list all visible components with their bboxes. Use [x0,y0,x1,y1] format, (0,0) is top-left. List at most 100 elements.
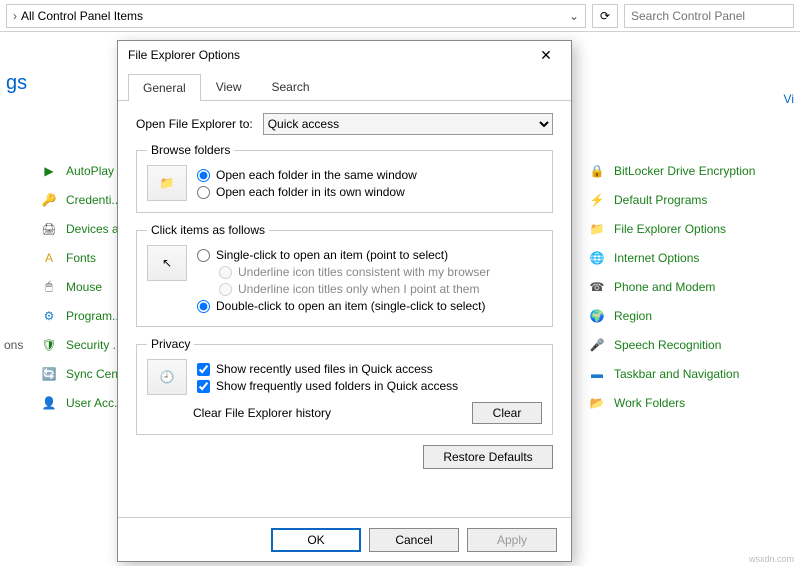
cp-item-link[interactable]: Program... [66,309,122,323]
cp-item-link[interactable]: Region [614,309,652,323]
cp-item-link[interactable]: File Explorer Options [614,222,726,236]
cp-item[interactable]: 🛡 Security ... [40,330,129,359]
cp-item-link[interactable]: BitLocker Drive Encryption [614,164,755,178]
radio-underline-browser: Underline icon titles consistent with my… [219,265,542,279]
click-items-group: Click items as follows ↖ Single-click to… [136,223,553,327]
cp-item-icon: 🔄 [40,365,58,383]
partial-text: gs [6,72,27,95]
cp-item-icon: 🖨 [40,220,58,238]
restore-defaults-button[interactable]: Restore Defaults [423,445,553,469]
cp-item[interactable]: 🔒 BitLocker Drive Encryption [588,156,755,185]
cp-item-icon: ☎ [588,278,606,296]
cp-item-link[interactable]: Mouse [66,280,102,294]
cp-item[interactable]: 📁 File Explorer Options [588,214,755,243]
tab-general[interactable]: General [128,74,201,101]
cp-item-link[interactable]: AutoPlay [66,164,114,178]
file-explorer-options-dialog: File Explorer Options ✕ General View Sea… [117,40,572,562]
radio-underline-browser-input [219,266,232,279]
cp-item-icon: 🛡 [40,336,58,354]
cp-item-link[interactable]: User Acc... [66,396,124,410]
cp-item[interactable]: A Fonts [40,243,129,272]
checkbox-frequent-folders-input[interactable] [197,380,210,393]
cp-item[interactable]: 🌍 Region [588,301,755,330]
cp-item-icon: 📂 [588,394,606,412]
tab-view[interactable]: View [201,73,257,100]
privacy-legend: Privacy [147,337,194,351]
cp-item-icon: 🎤 [588,336,606,354]
cp-item-link[interactable]: Internet Options [614,251,699,265]
cp-item-link[interactable]: Taskbar and Navigation [614,367,739,381]
tab-strip: General View Search [118,73,571,101]
radio-same-window-input[interactable] [197,169,210,182]
clock-folder-icon: 🕘 [147,359,187,395]
browse-folders-group: Browse folders 📁 Open each folder in the… [136,143,553,213]
cp-item[interactable]: ▶ AutoPlay [40,156,129,185]
cp-item[interactable]: 🎤 Speech Recognition [588,330,755,359]
open-explorer-select[interactable]: Quick access [263,113,553,135]
cp-item-icon: ▶ [40,162,58,180]
cp-item-icon: 🔒 [588,162,606,180]
radio-single-click-input[interactable] [197,249,210,262]
radio-single-click[interactable]: Single-click to open an item (point to s… [197,248,542,262]
clear-button[interactable]: Clear [472,402,542,424]
cp-item[interactable]: ⚙Program... [40,301,129,330]
cursor-icon: ↖ [147,245,187,281]
ok-button[interactable]: OK [271,528,361,552]
privacy-group: Privacy 🕘 Show recently used files in Qu… [136,337,553,435]
radio-own-window-input[interactable] [197,186,210,199]
tab-search[interactable]: Search [257,73,325,100]
cp-item-link[interactable]: Credenti... [66,193,121,207]
checkbox-recent-files-input[interactable] [197,363,210,376]
clear-history-label: Clear File Explorer history [193,406,331,420]
cp-item[interactable]: 📂 Work Folders [588,388,755,417]
checkbox-recent-files[interactable]: Show recently used files in Quick access [197,362,542,376]
radio-double-click-input[interactable] [197,300,210,313]
cp-item-icon: 📁 [588,220,606,238]
radio-own-window[interactable]: Open each folder in its own window [197,185,542,199]
cp-item[interactable]: ▬ Taskbar and Navigation [588,359,755,388]
refresh-icon: ⟳ [600,9,610,23]
apply-button: Apply [467,528,557,552]
refresh-button[interactable]: ⟳ [592,4,618,28]
chevron-down-icon[interactable]: ⌄ [569,9,579,23]
cp-item-icon: ⚡ [588,191,606,209]
cp-item-icon: 👤 [40,394,58,412]
cp-item-link[interactable]: Security ... [66,338,123,352]
breadcrumb-label: All Control Panel Items [21,9,143,23]
cp-item[interactable]: 🔑 Credenti... [40,185,129,214]
cp-item[interactable]: ⚡ Default Programs [588,185,755,214]
radio-underline-point-input [219,283,232,296]
search-input[interactable] [624,4,794,28]
dialog-title: File Explorer Options [128,48,531,62]
cp-item-icon: A [40,249,58,267]
click-items-legend: Click items as follows [147,223,269,237]
cp-item[interactable]: 🌐 Internet Options [588,243,755,272]
close-button[interactable]: ✕ [531,47,561,64]
breadcrumb[interactable]: › All Control Panel Items ⌄ [6,4,586,28]
radio-same-window[interactable]: Open each folder in the same window [197,168,542,182]
cp-item-icon: 🔑 [40,191,58,209]
cp-item-link[interactable]: Default Programs [614,193,707,207]
open-explorer-label: Open File Explorer to: [136,117,253,131]
cp-item-icon: 🌐 [588,249,606,267]
cp-item[interactable]: 👤 User Acc... [40,388,129,417]
cp-item-link[interactable]: Fonts [66,251,96,265]
cancel-button[interactable]: Cancel [369,528,459,552]
cp-item-icon: 🌍 [588,307,606,325]
checkbox-frequent-folders[interactable]: Show frequently used folders in Quick ac… [197,379,542,393]
folder-window-icon: 📁 [147,165,187,201]
cp-item[interactable]: ☎ Phone and Modem [588,272,755,301]
partial-text: ons [4,338,23,352]
browse-folders-legend: Browse folders [147,143,234,157]
cp-item[interactable]: 🖱Mouse [40,272,129,301]
radio-underline-point: Underline icon titles only when I point … [219,282,542,296]
cp-item-link[interactable]: Speech Recognition [614,338,721,352]
cp-item[interactable]: 🔄Sync Cen... [40,359,129,388]
cp-item-icon: ▬ [588,365,606,383]
cp-item[interactable]: 🖨Devices a... [40,214,129,243]
cp-item-link[interactable]: Phone and Modem [614,280,715,294]
cp-item-link[interactable]: Work Folders [614,396,685,410]
partial-text[interactable]: Vi [784,92,794,106]
watermark: wsxdn.com [749,554,794,564]
radio-double-click[interactable]: Double-click to open an item (single-cli… [197,299,542,313]
